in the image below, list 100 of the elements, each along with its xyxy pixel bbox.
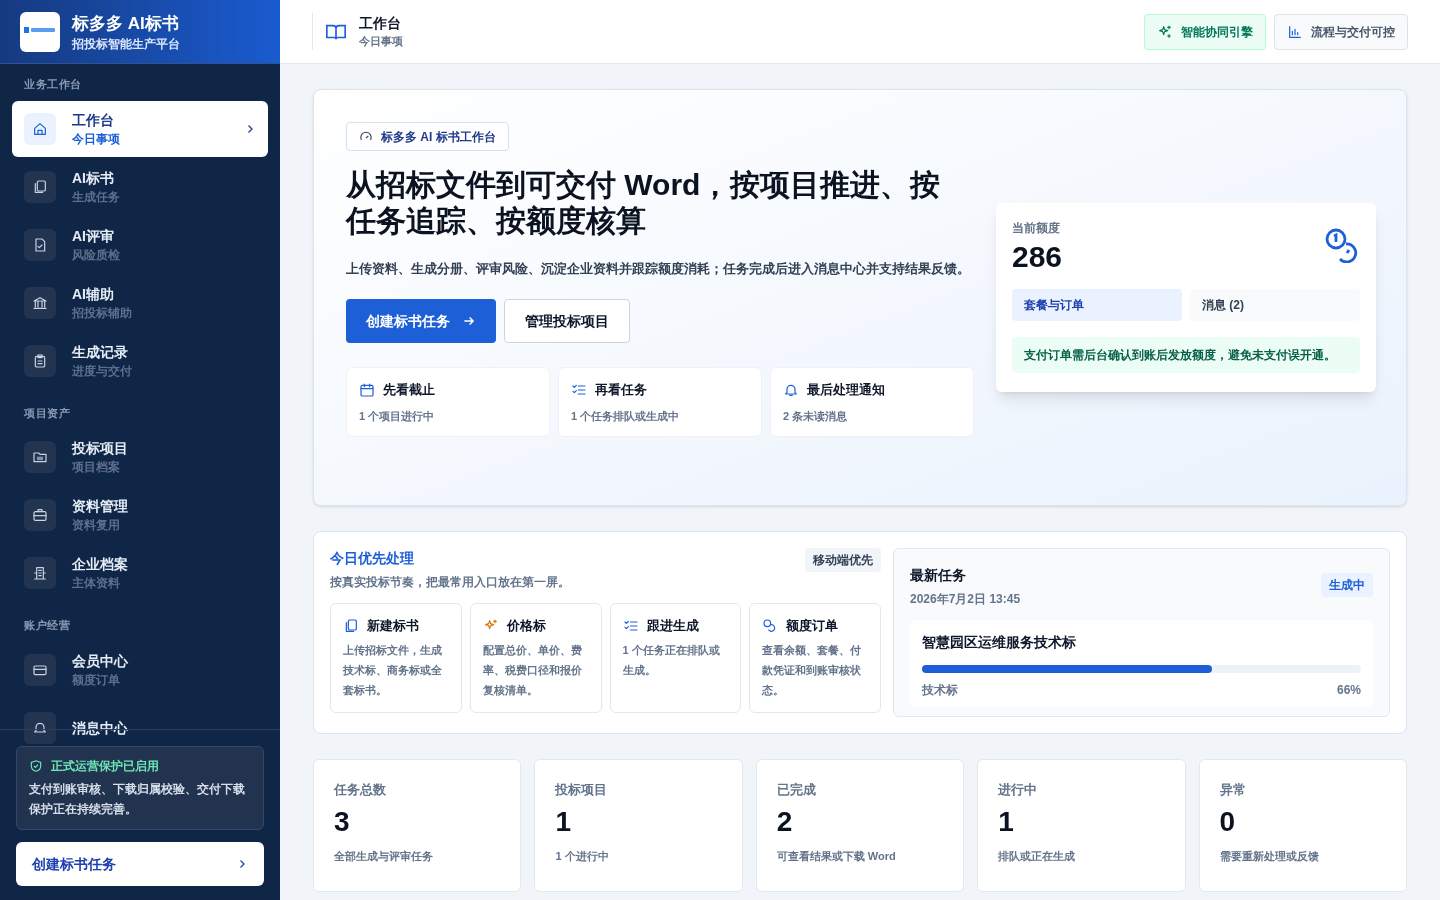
nav-item[interactable]: AI标书 生成任务 [12,158,268,215]
shortcut-card[interactable]: 新建标书 上传招标文件，生成技术标、商务标或全套标书。 [330,603,462,713]
card-title: 额度订单 [786,617,839,635]
nav-item-title: 投标项目 [72,439,129,458]
brand-title: 标多多 AI标书 [72,12,180,35]
nav-item-subtitle: 额度订单 [72,671,121,689]
shield-check-icon [29,759,43,773]
nav-item[interactable]: 资料管理 资料复用 [12,487,268,543]
quota-value: 286 [1012,239,1063,275]
step-text: 1 个任务排队或生成中 [571,408,681,424]
section-title: 今日优先处理 [330,549,415,568]
stat-label: 异常 [1219,781,1247,799]
nav-item[interactable]: AI辅助 招投标辅助 [12,274,268,331]
hero-heading: 从招标文件到可交付 Word，按项目推进、按任务追踪、按额度核算 [346,167,942,239]
notice-text: 支付到账审核、下载归属校验、交付下载保护正在持续完善。 [29,781,246,818]
step-title: 最后处理通知 [807,381,885,399]
stat-value: 0 [1219,804,1237,839]
folder-icon [32,449,48,465]
nav-item[interactable]: 企业档案 主体资料 [12,545,268,601]
step-title: 再看任务 [595,381,647,399]
progress-percent: 66% [1336,682,1361,699]
stat-value: 1 [555,804,572,839]
bank-icon [32,294,48,311]
document-check-icon [32,236,48,253]
calendar-icon [359,381,375,398]
hero-description: 上传资料、生成分册、评审风险、沉淀企业资料并跟踪额度消耗；任务完成后进入消息中心并支持结果反馈。 [346,260,971,278]
shortcut-card[interactable]: 跟进生成 1 个任务正在排队或生成。 [609,603,742,713]
nav-item-subtitle: 项目档案 [72,459,121,476]
nav-item-title: AI辅助 [72,284,115,304]
quota-note: 支付订单需后台确认到账后发放额度，避免未支付误开通。 [1012,337,1360,373]
nav-item-title: 资料管理 [72,497,129,516]
arrow-right-icon [462,314,476,328]
nav-item-subtitle: 风险质检 [72,246,121,264]
step-text: 1 个项目进行中 [359,408,436,424]
stat-text: 1 个进行中 [555,848,610,864]
stat-text: 可查看结果或下载 Word [776,848,897,864]
nav-item-subtitle: 主体资料 [72,575,121,592]
card-text: 查看余额、套餐、付款凭证和到账审核状态。 [762,642,863,698]
nav-item-subtitle: 招投标辅助 [72,304,133,322]
step-text: 2 条未读消息 [783,408,849,424]
clipboard-icon [32,352,48,369]
home-icon [32,120,48,137]
bar-chart-icon [1287,23,1303,40]
task-title: 智慧园区运维服务技术标 [922,633,1077,652]
nav-item[interactable]: 会员中心 额度订单 [12,641,268,698]
nav-item-subtitle: 今日事项 [72,130,121,148]
task-type: 技术标 [922,682,958,699]
documents-icon [343,617,359,634]
nav-item[interactable]: 生成记录 进度与交付 [12,332,268,389]
section-label: 业务工作台 [23,77,83,92]
stat-text: 排队或正在生成 [998,848,1077,864]
briefcase-icon [32,507,48,523]
shortcut-card[interactable]: 价格标 配置总价、单价、费率、税费口径和报价复核清单。 [469,603,602,713]
toolbar-button[interactable]: 智能协同引擎 [1144,13,1266,50]
nav-item-subtitle: 资料复用 [72,517,121,534]
notice-title: 正式运营保护已启用 [51,758,159,775]
nav-item-title: 生成记录 [72,342,129,362]
coins-icon [1324,227,1360,263]
tag: 移动端优先 [805,548,881,572]
card-text: 1 个任务正在排队或生成。 [622,642,721,678]
create-task-button[interactable]: 创建标书任务 [16,842,264,886]
page-title: 工作台 [359,14,402,34]
manage-projects-button[interactable]: 管理投标项目 [504,299,630,343]
nav-item[interactable]: AI评审 风险质检 [12,216,268,273]
timestamp: 2026年7月2日 13:45 [910,591,1021,608]
nav-item[interactable]: 投标项目 项目档案 [12,429,268,485]
nav-item-title: 工作台 [72,110,115,130]
brand-subtitle: 招投标智能生产平台 [72,35,180,52]
shortcut-card[interactable]: 额度订单 查看余额、套餐、付款凭证和到账审核状态。 [749,603,881,713]
toolbar-button[interactable]: 流程与交付可控 [1274,13,1408,50]
nav-item-title: 会员中心 [72,651,129,671]
page-subtitle: 今日事项 [359,34,403,50]
stat-text: 全部生成与评审任务 [334,848,434,864]
nav-item[interactable]: 工作台 今日事项 [12,100,268,157]
stat-label: 任务总数 [334,781,387,799]
nav-item-subtitle: 生成任务 [72,188,121,206]
create-task-button[interactable]: 创建标书任务 [346,299,496,343]
stat-value: 2 [776,804,794,839]
card-text: 配置总价、单价、费率、税费口径和报价复核清单。 [482,642,583,698]
quota-tab[interactable]: 套餐与订单 [1012,289,1182,321]
hero-badge: 标多多 AI 标书工作台 [346,122,509,151]
logo-icon [20,11,60,52]
quota-label: 当前额度 [1012,220,1061,237]
section-label: 项目资产 [23,405,72,421]
card-title: 价格标 [506,617,546,635]
building-icon [32,565,48,581]
quota-tab[interactable]: 消息 (2) [1190,289,1360,321]
nav-item-subtitle: 进度与交付 [72,362,133,380]
nav-item-title: AI标书 [72,168,115,188]
nav-item-title: AI评审 [72,226,115,246]
stat-value: 3 [334,804,351,839]
card-title: 最新任务 [910,566,967,585]
stat-label: 投标项目 [555,781,609,799]
stat-value: 1 [998,804,1015,839]
section-label: 账户经营 [23,618,72,633]
card-title: 新建标书 [367,617,419,635]
stat-label: 进行中 [998,781,1039,799]
step-title: 先看截止 [383,381,435,399]
stat-text: 需要重新处理或反馈 [1219,848,1320,864]
sparkles-icon [1157,23,1173,40]
